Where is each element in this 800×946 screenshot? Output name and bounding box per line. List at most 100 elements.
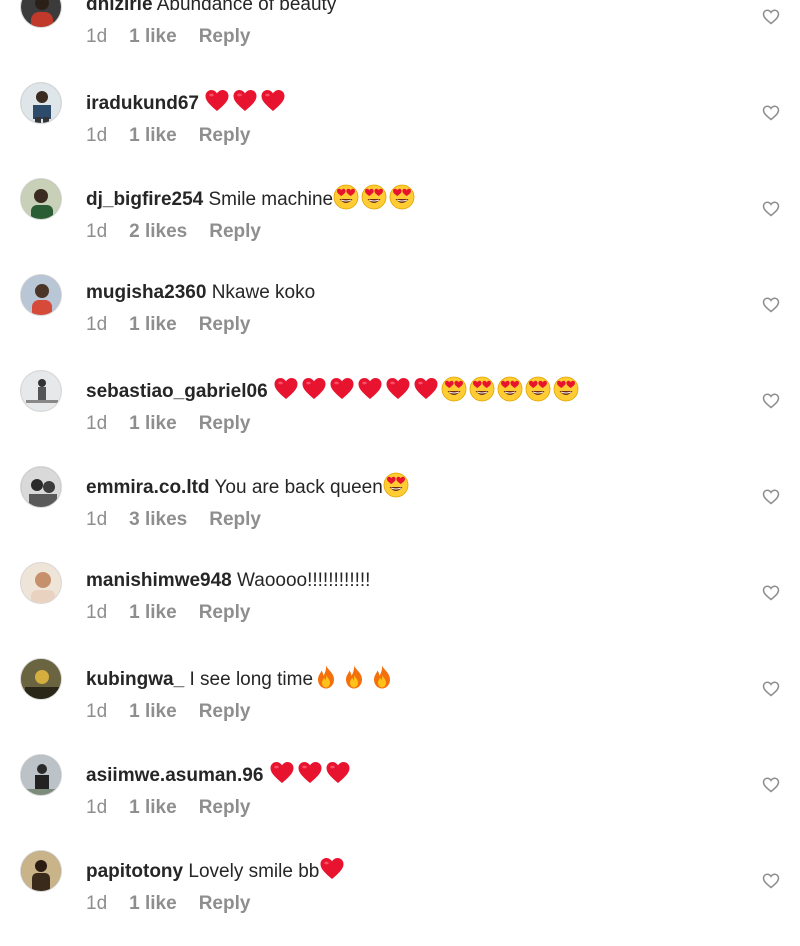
username[interactable]: iradukund67	[86, 93, 199, 114]
likes-count[interactable]: 1 like	[129, 125, 177, 147]
red-heart-emoji	[413, 376, 439, 402]
comment-text: You are back queen	[214, 477, 383, 498]
username[interactable]: manishimwe948	[86, 570, 232, 591]
avatar[interactable]	[20, 466, 62, 508]
heart-eyes-emoji	[383, 472, 409, 498]
avatar[interactable]	[20, 82, 62, 124]
comment-row: dj_bigfire254 Smile machine 1d 2 likes Repl…	[0, 178, 800, 274]
comment-text: Nkawe koko	[211, 282, 316, 303]
comment-row: sebastiao_gabriel06 1d 1 like Reply	[0, 370, 800, 466]
fire-emoji	[341, 664, 367, 690]
reply-button[interactable]: Reply	[199, 413, 251, 435]
comment-time: 1d	[86, 509, 108, 530]
heart-eyes-emoji	[497, 376, 523, 402]
comment-row: manishimwe948 Waoooo!!!!!!!!!!!! 1d 1 like…	[0, 562, 800, 658]
red-heart-emoji	[260, 88, 286, 114]
red-heart-emoji	[273, 376, 299, 402]
avatar[interactable]	[20, 370, 62, 412]
avatar[interactable]	[20, 274, 62, 316]
reply-button[interactable]: Reply	[199, 701, 251, 723]
comment-line: emmira.co.ltd You are back queen	[86, 472, 730, 501]
fire-emoji	[369, 664, 395, 690]
likes-count[interactable]: 1 like	[129, 797, 177, 819]
comment-line: asiimwe.asuman.96	[86, 760, 730, 789]
comment-time: 1d	[86, 701, 108, 722]
red-heart-emoji	[325, 760, 351, 786]
likes-count[interactable]: 3 likes	[129, 509, 187, 531]
comment-time: 1d	[86, 314, 108, 335]
comment-line: mugisha2360 Nkawe koko	[86, 280, 730, 306]
like-heart-icon[interactable]	[762, 296, 780, 314]
likes-count[interactable]: 2 likes	[129, 221, 187, 243]
like-heart-icon[interactable]	[762, 104, 780, 122]
username[interactable]: papitotony	[86, 861, 183, 882]
avatar[interactable]	[20, 562, 62, 604]
avatar[interactable]	[20, 850, 62, 892]
comment-meta: 1d 1 like Reply	[86, 701, 730, 723]
comment-time: 1d	[86, 221, 108, 242]
comment-line: manishimwe948 Waoooo!!!!!!!!!!!!	[86, 568, 730, 594]
like-heart-icon[interactable]	[762, 200, 780, 218]
comment-body: kubingwa_ I see long time 1d 1 like Reply	[86, 664, 730, 723]
likes-count[interactable]: 1 like	[129, 413, 177, 435]
comment-body: dj_bigfire254 Smile machine 1d 2 likes Repl…	[86, 184, 730, 243]
comment-meta: 1d 1 like Reply	[86, 26, 730, 48]
like-heart-icon[interactable]	[762, 392, 780, 410]
red-heart-emoji	[319, 856, 345, 882]
comment-line: dj_bigfire254 Smile machine	[86, 184, 730, 213]
comment-line: iradukund67	[86, 88, 730, 117]
like-heart-icon[interactable]	[762, 872, 780, 890]
red-heart-emoji	[385, 376, 411, 402]
comment-time: 1d	[86, 893, 108, 914]
reply-button[interactable]: Reply	[209, 509, 261, 531]
likes-count[interactable]: 1 like	[129, 602, 177, 624]
likes-count[interactable]: 1 like	[129, 893, 177, 915]
comment-body: asiimwe.asuman.96 1d 1 like Reply	[86, 760, 730, 819]
likes-count[interactable]: 1 like	[129, 701, 177, 723]
reply-button[interactable]: Reply	[199, 314, 251, 336]
avatar[interactable]	[20, 658, 62, 700]
username[interactable]: emmira.co.ltd	[86, 477, 210, 498]
comment-time: 1d	[86, 413, 108, 434]
red-heart-emoji	[301, 376, 327, 402]
comment-body: mugisha2360 Nkawe koko 1d 1 like Reply	[86, 280, 730, 336]
comment-list: dhizirie Abundance of beauty 1d 1 like Repl…	[0, 0, 800, 946]
reply-button[interactable]: Reply	[199, 797, 251, 819]
likes-count[interactable]: 1 like	[129, 26, 177, 48]
comment-body: emmira.co.ltd You are back queen 1d 3 like…	[86, 472, 730, 531]
comment-time: 1d	[86, 26, 108, 47]
comment-time: 1d	[86, 125, 108, 146]
comment-meta: 1d 1 like Reply	[86, 125, 730, 147]
like-heart-icon[interactable]	[762, 584, 780, 602]
like-heart-icon[interactable]	[762, 488, 780, 506]
avatar[interactable]	[20, 0, 62, 28]
heart-eyes-emoji	[441, 376, 467, 402]
reply-button[interactable]: Reply	[199, 602, 251, 624]
comment-meta: 1d 1 like Reply	[86, 413, 730, 435]
like-heart-icon[interactable]	[762, 776, 780, 794]
username[interactable]: mugisha2360	[86, 282, 206, 303]
comment-body: sebastiao_gabriel06 1d 1 like Reply	[86, 376, 730, 435]
username[interactable]: sebastiao_gabriel06	[86, 381, 268, 402]
avatar[interactable]	[20, 754, 62, 796]
like-heart-icon[interactable]	[762, 8, 780, 26]
username[interactable]: dhizirie	[86, 0, 153, 15]
comment-line: papitotony Lovely smile bb	[86, 856, 730, 885]
username[interactable]: asiimwe.asuman.96	[86, 765, 263, 786]
red-heart-emoji	[297, 760, 323, 786]
reply-button[interactable]: Reply	[199, 125, 251, 147]
avatar[interactable]	[20, 178, 62, 220]
reply-button[interactable]: Reply	[199, 893, 251, 915]
comment-meta: 1d 3 likes Reply	[86, 509, 730, 531]
like-heart-icon[interactable]	[762, 680, 780, 698]
comment-text: Lovely smile bb	[188, 861, 320, 882]
comment-time: 1d	[86, 797, 108, 818]
comment-text: Waoooo!!!!!!!!!!!!	[237, 570, 371, 591]
reply-button[interactable]: Reply	[199, 26, 251, 48]
username[interactable]: kubingwa_	[86, 669, 184, 690]
reply-button[interactable]: Reply	[209, 221, 261, 243]
likes-count[interactable]: 1 like	[129, 314, 177, 336]
heart-eyes-emoji	[469, 376, 495, 402]
comment-text: Smile machine	[208, 189, 334, 210]
username[interactable]: dj_bigfire254	[86, 189, 203, 210]
